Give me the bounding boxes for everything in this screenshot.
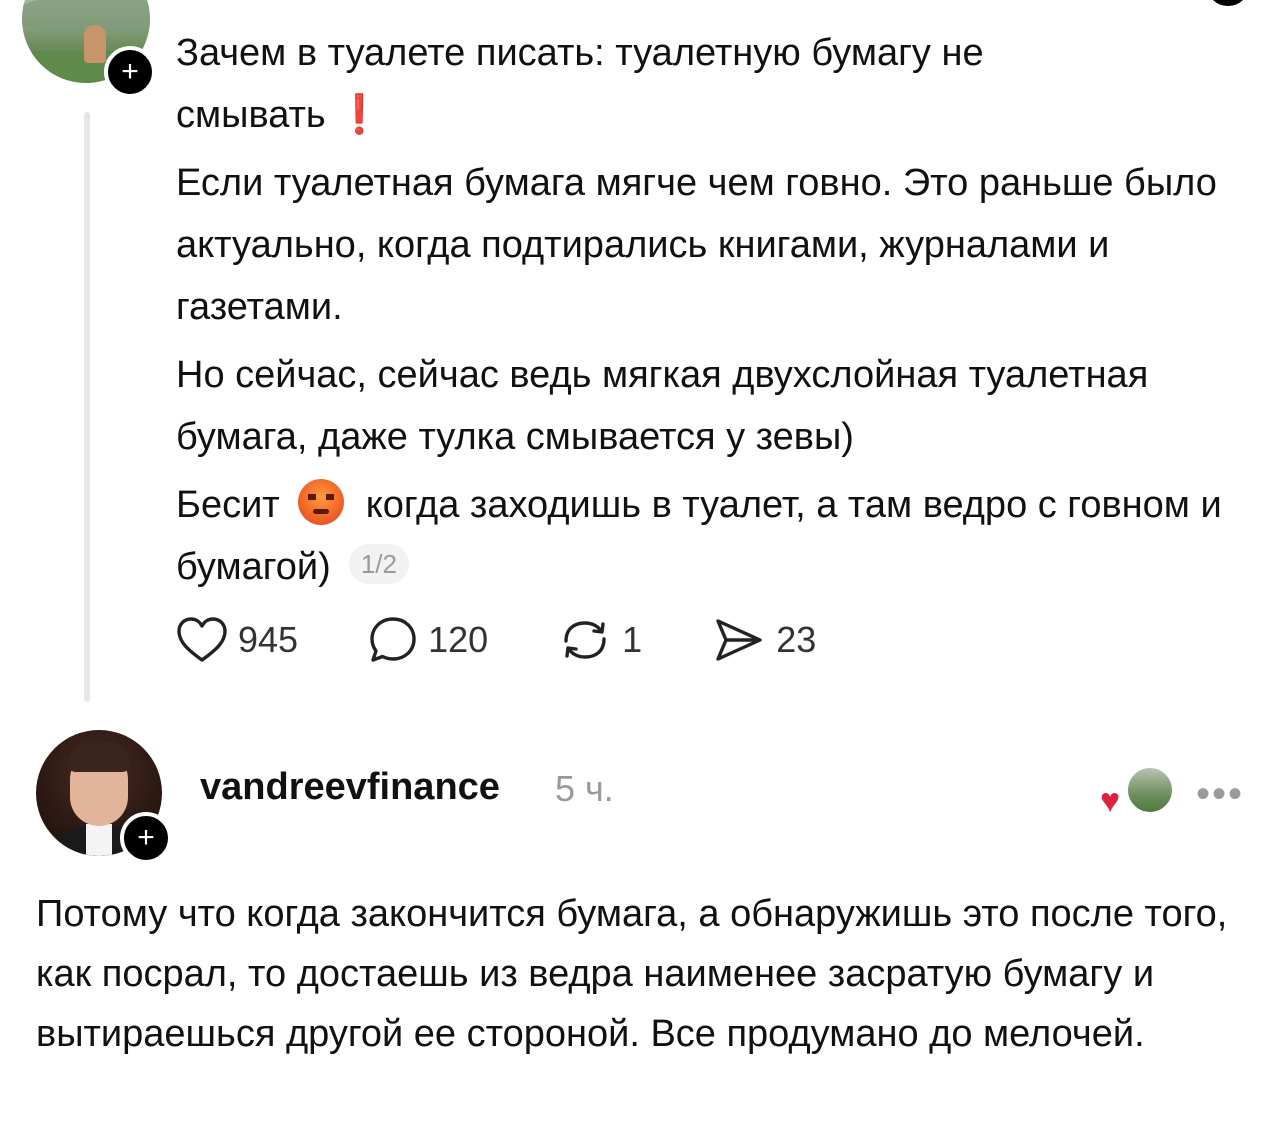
paragraph-4-start: Бесит xyxy=(176,484,280,526)
more-options-icon[interactable]: ••• xyxy=(1196,772,1244,817)
repost-button[interactable]: 1 xyxy=(558,615,642,665)
share-count: 23 xyxy=(776,619,817,660)
follow-plus-icon[interactable]: + xyxy=(120,812,172,864)
reply-username[interactable]: vandreevfinance xyxy=(200,766,500,809)
share-button[interactable]: 23 xyxy=(712,615,816,665)
repost-icon xyxy=(564,621,606,659)
post-paragraph-3: Но сейчас, сейчас ведь мягкая двухслойна… xyxy=(176,354,1149,458)
exclamation-icon: ❗ xyxy=(335,94,384,136)
reply-body: Потому что когда закончится бумага, а об… xyxy=(36,884,1256,1064)
reply-paragraph: Потому что когда закончится бумага, а об… xyxy=(36,893,1228,1055)
post-line-1: Зачем в туалете писать: туалетную бумагу… xyxy=(176,32,984,74)
reply-timestamp: 5 ч. xyxy=(555,768,614,809)
post-paragraph-4: Бесит когда заходишь в туалет, а там ведр… xyxy=(176,474,1256,598)
post-actions: 945 120 1 23 xyxy=(176,612,886,668)
heart-icon: ♥ xyxy=(1100,782,1121,820)
top-right-cropped-element xyxy=(1206,0,1250,6)
post-line-2: смывать xyxy=(176,94,326,136)
repost-count: 1 xyxy=(622,619,643,660)
author-mini-avatar xyxy=(1126,766,1174,814)
thread-line xyxy=(84,112,90,702)
liked-by-author-badge: ♥ xyxy=(1100,766,1174,818)
like-button[interactable]: 945 xyxy=(176,616,298,664)
angry-face-icon xyxy=(297,479,344,525)
comment-bubble-icon xyxy=(370,617,416,662)
page-indicator[interactable]: 1/2 xyxy=(348,544,409,584)
comment-count: 120 xyxy=(428,619,489,660)
heart-icon xyxy=(177,617,227,662)
send-icon xyxy=(716,619,762,661)
post-body: Зачем в туалете писать: туалетную бумагу… xyxy=(176,22,1256,598)
post-paragraph-2: Если туалетная бумага мягче чем говно. Э… xyxy=(176,162,1217,328)
comment-button[interactable]: 120 xyxy=(368,615,488,665)
post-paragraph-1: Зачем в туалете писать: туалетную бумагу… xyxy=(176,22,1256,146)
follow-plus-icon[interactable]: + xyxy=(104,46,156,98)
like-count: 945 xyxy=(238,619,299,660)
